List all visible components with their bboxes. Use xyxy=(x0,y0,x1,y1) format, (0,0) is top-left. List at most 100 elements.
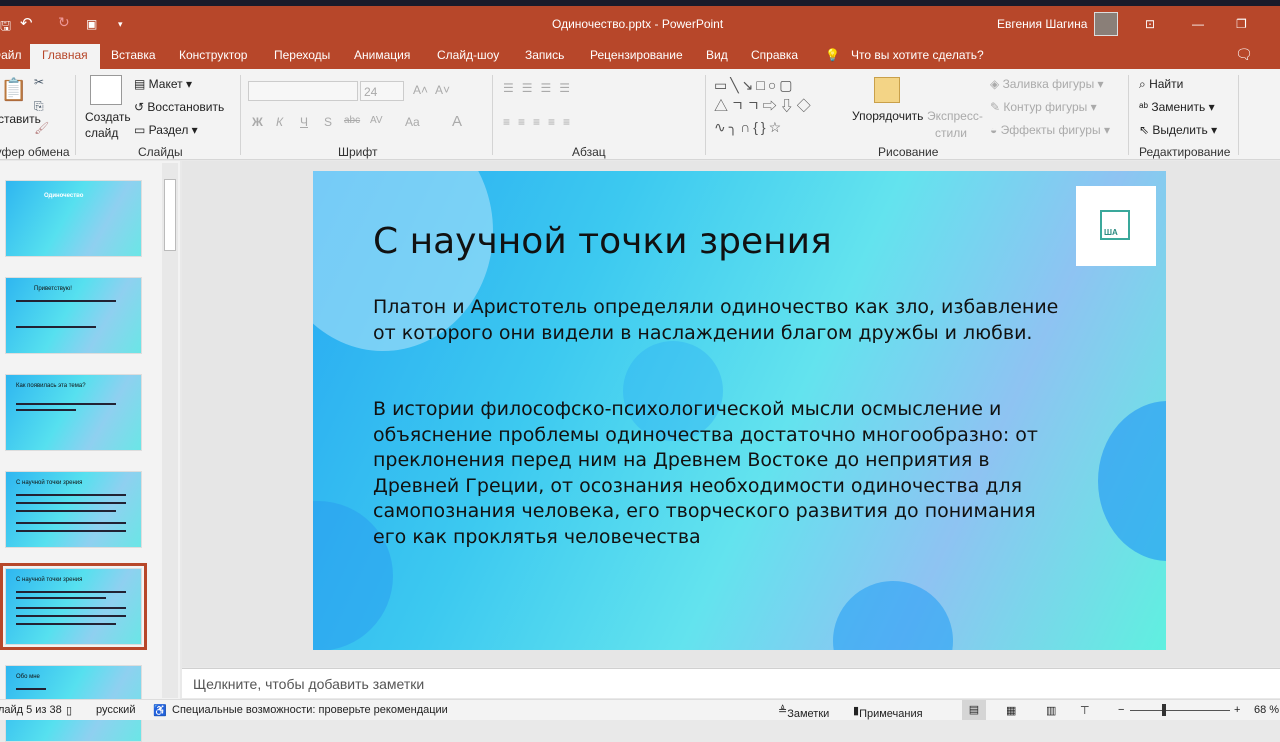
group-editing-label: Редактирование xyxy=(1139,145,1231,159)
section-button[interactable]: ▭ Раздел ▾ xyxy=(134,123,198,137)
shape-fill-label: Заливка фигуры xyxy=(1002,77,1095,91)
quick-styles-button[interactable]: Экспресс- xyxy=(927,109,983,123)
layout-button[interactable]: ▤ Макет ▾ xyxy=(134,77,192,91)
restore-icon[interactable]: ❐ xyxy=(1236,17,1247,31)
find-button[interactable]: ⌕ Найти xyxy=(1139,77,1183,92)
slide-sorter-icon[interactable]: ▦ xyxy=(1006,704,1016,717)
list-buttons[interactable]: ☰☰☰☰ xyxy=(503,81,578,95)
zoom-in-button[interactable]: + xyxy=(1234,704,1240,716)
comments-toggle[interactable]: ▮ Примечания xyxy=(853,704,923,720)
shapes-gallery[interactable]: ▭╲↘□○▢ △ㄱㄱ⇨⇩◇ ∿╮∩{}☆ xyxy=(714,75,814,138)
font-family-select[interactable] xyxy=(248,81,358,101)
tab-design[interactable]: Конструктор xyxy=(179,48,247,62)
slide-thumbnails-pane: Одиночество Приветствую! Как появилась э… xyxy=(0,161,180,742)
slideshow-view-icon[interactable]: ⊤ xyxy=(1080,704,1090,717)
tab-insert[interactable]: Вставка xyxy=(111,48,156,62)
slide-thumbnail-1[interactable]: Одиночество xyxy=(5,180,142,257)
tab-review[interactable]: Рецензирование xyxy=(590,48,683,62)
zoom-slider[interactable] xyxy=(1130,710,1230,711)
undo-icon[interactable]: ↶ xyxy=(20,14,33,32)
format-painter-icon[interactable]: 🖌 xyxy=(34,121,49,135)
thumbnails-scrollbar[interactable] xyxy=(162,163,178,698)
accessibility-status[interactable]: Специальные возможности: проверьте реком… xyxy=(172,704,448,716)
ribbon-display-icon[interactable]: ⊡ xyxy=(1145,17,1155,31)
quick-styles-line2: стили xyxy=(935,126,967,140)
notes-placeholder[interactable]: Щелкните, чтобы добавить заметки xyxy=(193,676,424,692)
slide-thumbnail-2[interactable]: Приветствую! xyxy=(5,277,142,354)
tab-slideshow[interactable]: Слайд-шоу xyxy=(437,48,499,62)
grow-font-icon[interactable]: A˄ xyxy=(413,83,428,97)
change-case-button[interactable]: Aa xyxy=(405,115,420,129)
copy-icon[interactable]: ⎘ xyxy=(34,99,44,114)
zoom-level[interactable]: 68 % xyxy=(1254,704,1279,716)
thumbnail-title: Приветствую! xyxy=(34,286,72,292)
avatar[interactable] xyxy=(1094,12,1118,36)
slide-counter: Слайд 5 из 38 xyxy=(0,704,62,716)
tab-home[interactable]: Главная xyxy=(30,44,100,69)
tab-record[interactable]: Запись xyxy=(525,48,564,62)
font-size-select[interactable]: 24 xyxy=(360,81,404,101)
tell-me-input[interactable]: Что вы хотите сделать? xyxy=(851,48,984,62)
tab-file[interactable]: Файл xyxy=(0,48,22,62)
shape-outline-button[interactable]: ✎ Контур фигуры ▾ xyxy=(990,100,1097,114)
reset-button[interactable]: ↺ Восстановить xyxy=(134,100,224,114)
paste-icon[interactable]: 📋 xyxy=(0,77,27,103)
slide-thumbnail-5[interactable]: С научной точки зрения xyxy=(0,563,147,650)
shadow-button[interactable]: S xyxy=(324,115,332,129)
slide-title[interactable]: С научной точки зрения xyxy=(373,221,832,262)
bold-button[interactable]: Ж xyxy=(252,115,263,129)
minimize-icon[interactable]: — xyxy=(1192,17,1204,31)
status-bar: Слайд 5 из 38 ▯ русский ♿ Специальные во… xyxy=(0,699,1280,720)
select-button[interactable]: ⇖ Выделить ▾ xyxy=(1139,123,1217,137)
reading-view-icon[interactable]: ▥ xyxy=(1046,704,1056,717)
slide-canvas[interactable]: С научной точки зрения Платон и Аристоте… xyxy=(313,171,1166,650)
spellcheck-icon[interactable]: ▯ xyxy=(66,704,72,717)
cut-icon[interactable]: ✂ xyxy=(34,75,44,89)
thumbnail-title: Обо мне xyxy=(16,674,40,680)
comments-icon[interactable]: 🗨 xyxy=(1235,46,1253,63)
slideshow-start-icon[interactable]: ▣ xyxy=(86,17,97,31)
slide-thumbnail-3[interactable]: Как появилась эта тема? xyxy=(5,374,142,451)
group-paragraph-label: Абзац xyxy=(572,145,606,159)
arrange-button[interactable]: Упорядочить xyxy=(852,109,923,123)
notes-pane[interactable]: Щелкните, чтобы добавить заметки xyxy=(182,668,1280,698)
accessibility-icon[interactable]: ♿ xyxy=(153,704,167,717)
language-indicator[interactable]: русский xyxy=(96,704,135,716)
new-slide-button[interactable]: Создать xyxy=(85,110,131,124)
tab-view[interactable]: Вид xyxy=(706,48,728,62)
replace-button[interactable]: ᵃᵇ Заменить ▾ xyxy=(1139,100,1215,114)
normal-view-icon[interactable]: ▤ xyxy=(962,700,986,720)
slide-paragraph-1[interactable]: Платон и Аристотель определяли одиночест… xyxy=(373,295,1073,346)
customize-qat-icon[interactable]: ▾ xyxy=(118,19,123,30)
shape-effects-button[interactable]: ◒ Эффекты фигуры ▾ xyxy=(990,123,1110,137)
zoom-out-button[interactable]: − xyxy=(1118,704,1124,716)
replace-label: Заменить xyxy=(1151,100,1206,114)
save-icon[interactable]: 🖫 xyxy=(0,17,11,39)
find-label: Найти xyxy=(1149,77,1184,91)
redo-icon[interactable]: ↻ xyxy=(58,14,70,31)
comments-toggle-label: Примечания xyxy=(859,708,923,720)
shape-fill-button[interactable]: ◈ Заливка фигуры ▾ xyxy=(990,77,1104,91)
tab-transitions[interactable]: Переходы xyxy=(274,48,330,62)
new-slide-icon[interactable] xyxy=(90,75,122,105)
underline-button[interactable]: Ч xyxy=(300,115,308,129)
align-buttons[interactable]: ≡≡≡≡≡ xyxy=(503,115,578,129)
tab-animations[interactable]: Анимация xyxy=(354,48,410,62)
slide-paragraph-2[interactable]: В истории философско-психологической мыс… xyxy=(373,397,1073,550)
group-drawing-label: Рисование xyxy=(878,145,939,159)
tab-help[interactable]: Справка xyxy=(751,48,798,62)
ribbon-tabs: Файл Главная Вставка Конструктор Переход… xyxy=(0,44,1280,69)
strikethrough-button[interactable]: abc xyxy=(344,115,360,126)
char-spacing-button[interactable]: AV xyxy=(370,115,383,126)
notes-toggle[interactable]: ≜ Заметки xyxy=(778,704,829,720)
scrollbar-thumb[interactable] xyxy=(164,179,176,251)
layout-label: Макет xyxy=(148,77,183,91)
group-slides-label: Слайды xyxy=(138,145,183,159)
new-slide-button-line2[interactable]: слайд xyxy=(85,126,118,140)
shrink-font-icon[interactable]: A˅ xyxy=(435,83,450,97)
zoom-slider-thumb[interactable] xyxy=(1162,704,1166,716)
slide-thumbnail-4[interactable]: С научной точки зрения xyxy=(5,471,142,548)
italic-button[interactable]: К xyxy=(276,115,283,129)
font-color-button[interactable]: A xyxy=(452,113,462,130)
user-name[interactable]: Евгения Шагина xyxy=(997,17,1087,31)
